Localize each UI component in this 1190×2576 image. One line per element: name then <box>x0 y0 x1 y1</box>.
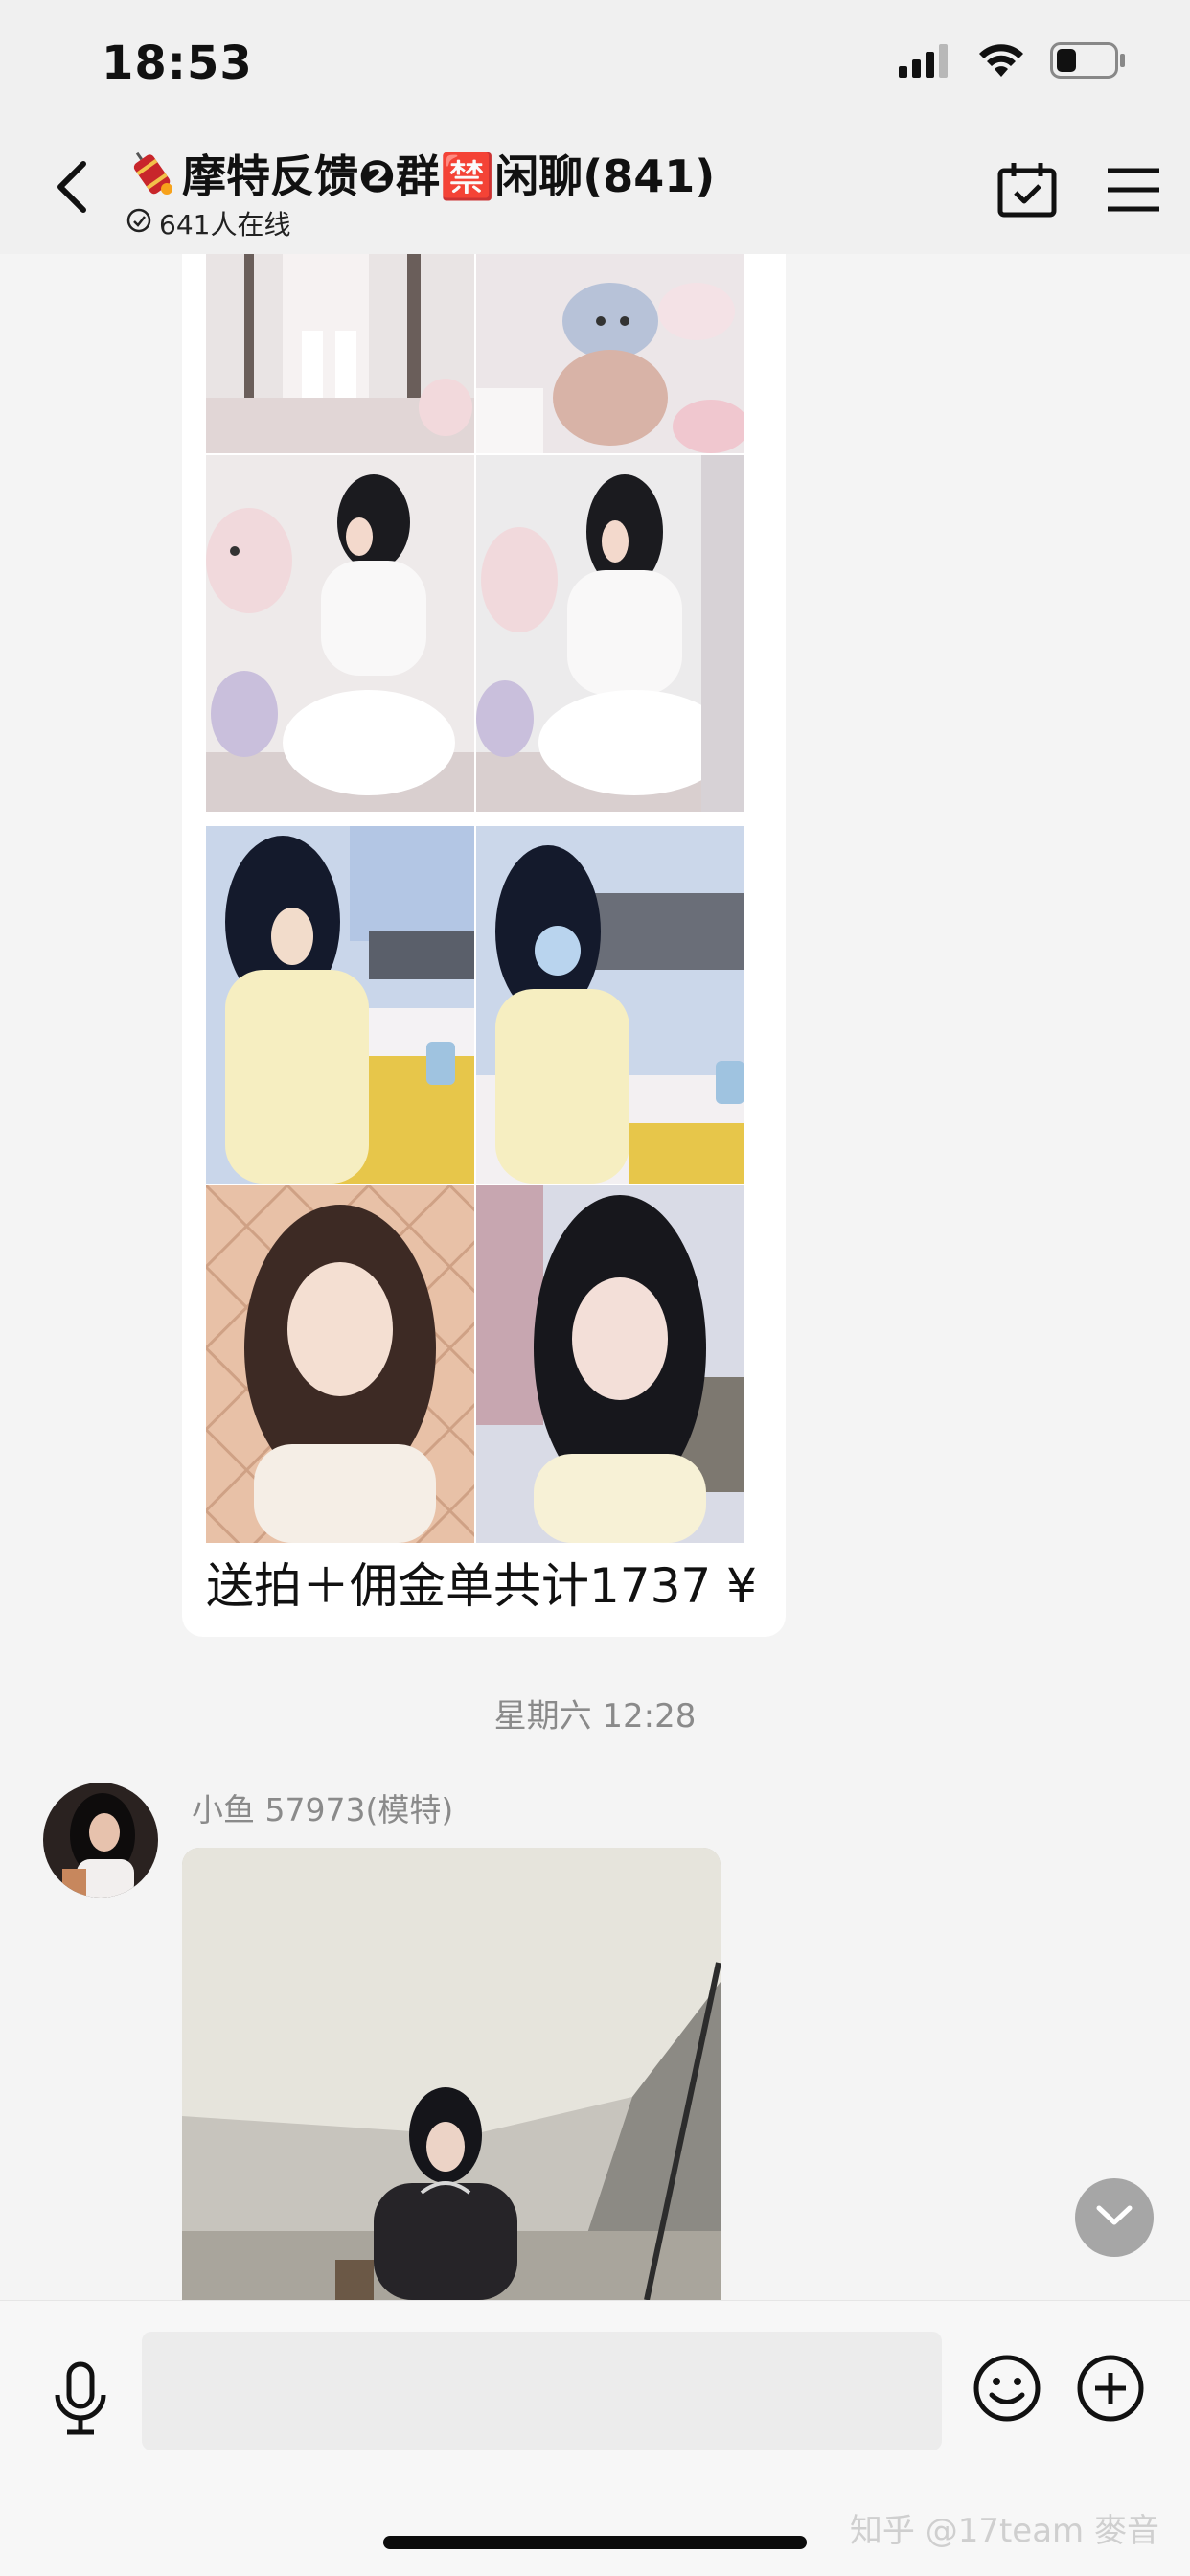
scroll-to-bottom-button[interactable] <box>1075 2178 1154 2257</box>
chevron-down-icon <box>1095 2203 1133 2232</box>
wifi-icon <box>977 42 1025 82</box>
photo-portrait-store[interactable] <box>476 1185 744 1543</box>
image-message[interactable] <box>182 1848 721 2300</box>
online-status: 641人在线 <box>126 204 290 242</box>
input-bar: 知乎 @17team 麥音 <box>0 2300 1190 2576</box>
status-time: 18:53 <box>102 36 253 90</box>
avatar[interactable] <box>43 1782 158 1898</box>
photo-portrait-tile-wall[interactable] <box>206 1185 474 1543</box>
back-button[interactable] <box>38 155 105 222</box>
online-count: 641人在线 <box>159 209 291 241</box>
photo-pajama-sitting-1[interactable] <box>206 455 474 812</box>
image-grid-upper[interactable] <box>206 254 744 812</box>
emoji-button[interactable] <box>970 2353 1044 2427</box>
home-indicator[interactable] <box>383 2536 807 2549</box>
message-caption: 送拍＋佣金单共计1737 ¥ <box>206 1558 757 1614</box>
emoji-icon <box>973 2354 1041 2426</box>
chevron-left-icon <box>53 158 91 219</box>
photo-mirror-pajama[interactable] <box>206 254 474 453</box>
photo-plush-toys[interactable] <box>476 254 744 453</box>
message-input[interactable] <box>142 2332 942 2450</box>
chat-screen: 18:53 摩特反馈❷群🈲闲聊(841) 641人在线 送拍＋佣金单共计1737… <box>0 0 1190 2576</box>
photo-yellow-outfit-mask[interactable] <box>476 826 744 1184</box>
status-bar: 18:53 <box>0 0 1190 125</box>
more-button[interactable] <box>1073 2353 1148 2427</box>
cellular-signal-icon <box>899 43 952 81</box>
image-grid-lower[interactable] <box>206 826 744 1543</box>
calendar-check-icon[interactable] <box>996 161 1058 222</box>
sender-name[interactable]: 小鱼 57973(模特) <box>192 1784 453 1830</box>
watermark: 知乎 @17team 麥音 <box>849 2512 1159 2550</box>
plus-icon <box>1076 2354 1145 2426</box>
menu-icon[interactable] <box>1106 166 1161 218</box>
message-timestamp: 星期六 12:28 <box>493 1697 697 1736</box>
microphone-icon <box>52 2360 109 2441</box>
clock-icon <box>126 208 151 240</box>
group-title[interactable]: 摩特反馈❷群🈲闲聊(841) <box>125 142 715 205</box>
voice-button[interactable] <box>46 2358 115 2443</box>
photo-yellow-outfit-1[interactable] <box>206 826 474 1184</box>
header-actions <box>996 161 1161 222</box>
status-icons <box>899 42 1127 82</box>
battery-icon <box>1050 42 1127 82</box>
firecracker-icon <box>125 147 178 200</box>
photo-pajama-sitting-2[interactable] <box>476 455 744 812</box>
chat-header: 摩特反馈❷群🈲闲聊(841) 641人在线 <box>0 125 1190 254</box>
group-title-text: 摩特反馈❷群🈲闲聊(841) <box>182 150 716 202</box>
